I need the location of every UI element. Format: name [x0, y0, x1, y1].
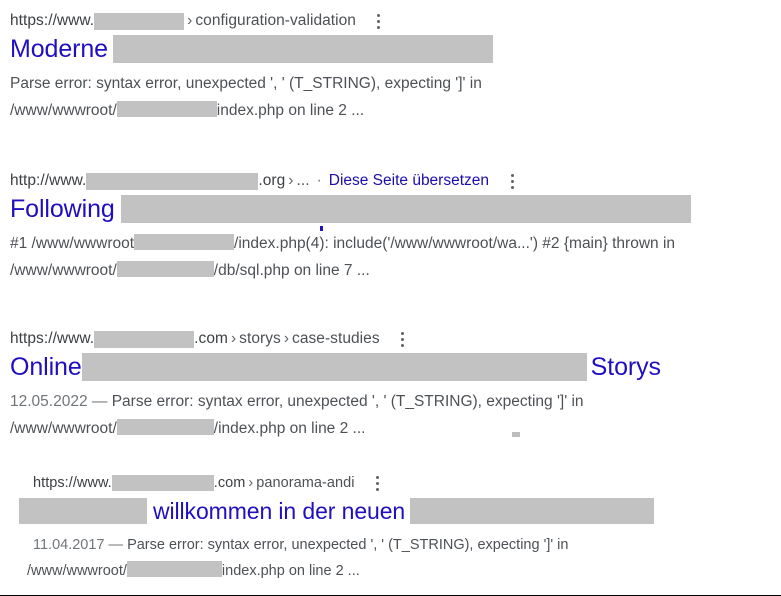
- title-redaction: [112, 35, 493, 63]
- snippet-redaction: [126, 561, 222, 577]
- result-title-lead: Online: [10, 353, 82, 381]
- url-scheme: https://www.: [10, 12, 95, 29]
- snippet-path-post: index.php on line 2 ...: [216, 102, 365, 119]
- search-result-4: https://www. .com › panorama-andi willko…: [19, 472, 781, 584]
- result-url-row[interactable]: https://www. › configuration-validation: [10, 10, 781, 32]
- result-title-lead: Following: [10, 195, 115, 223]
- title-descender-artifact: [320, 226, 323, 231]
- snippet-path-pre: /www/wwwroot/: [10, 420, 117, 437]
- url-path-1: storys: [239, 330, 281, 347]
- result-snippet-line-1: 12.05.2022 — Parse error: syntax error, …: [10, 388, 781, 415]
- kebab-menu-icon[interactable]: [503, 173, 521, 189]
- url-path: configuration-validation: [195, 12, 356, 29]
- result-snippet-line-2: /www/wwwroot/ /index.php on line 2 ...: [10, 415, 781, 442]
- result-title[interactable]: willkommen in der neuen: [19, 496, 781, 526]
- snippet-path-pre: /www/wwwroot/: [27, 563, 127, 579]
- snippet-redaction: [134, 234, 235, 250]
- snippet-redaction: [116, 261, 214, 277]
- snippet-text: Parse error: syntax error, unexpected ',…: [10, 75, 482, 92]
- url-tld: .org: [258, 172, 286, 189]
- search-result-3: https://www. .com › storys › case-studie…: [10, 328, 781, 442]
- snippet-path-post: index.php on line 2 ...: [221, 563, 360, 579]
- url-separator-2: ›: [283, 330, 290, 347]
- url-dot-separator: ·: [316, 172, 322, 189]
- stray-artifact: [512, 432, 520, 437]
- result-snippet-line-2: /www/wwwroot/index.php on line 2 ...: [27, 558, 781, 584]
- snippet-path-pre: /www/wwwroot/: [10, 102, 117, 119]
- snippet-date: 11.04.2017: [33, 537, 105, 553]
- result-title[interactable]: Following: [10, 194, 781, 224]
- url-tld: .com: [194, 330, 228, 347]
- result-title-middle: willkommen in der neuen: [153, 498, 406, 524]
- snippet-dash: —: [108, 537, 124, 553]
- url-domain-redaction: [94, 12, 185, 30]
- result-snippet-line-1: #1 /www/wwwroot/index.php(4): include('/…: [10, 230, 781, 257]
- result-title-lead: Moderne: [10, 35, 108, 63]
- title-redaction: [120, 195, 691, 223]
- snippet-text-pre: #1 /www/wwwroot: [10, 235, 135, 252]
- url-separator: ›: [288, 172, 294, 189]
- kebab-menu-icon[interactable]: [394, 331, 412, 347]
- result-url-row[interactable]: https://www. .com › storys › case-studie…: [10, 328, 781, 350]
- title-redaction-left: [19, 498, 147, 524]
- url-domain-redaction: [86, 172, 259, 190]
- result-snippet-line-1: 11.04.2017 — Parse error: syntax error, …: [33, 532, 781, 558]
- search-result-2: http://www. .org › ... · Diese Seite übe…: [10, 170, 781, 284]
- url-domain-redaction: [111, 475, 214, 491]
- snippet-text-post: /index.php(4): include('/www/wwwroot/wa.…: [234, 235, 676, 252]
- title-redaction-right: [410, 498, 655, 524]
- snippet-text: Parse error: syntax error, unexpected ',…: [127, 537, 569, 553]
- url-path: panorama-andi: [256, 475, 355, 491]
- kebab-menu-icon[interactable]: [368, 475, 386, 491]
- title-redaction: [81, 353, 587, 381]
- url-tld: .com: [213, 475, 246, 491]
- search-result-1: https://www. › configuration-validation …: [10, 10, 781, 124]
- url-path: ...: [296, 172, 310, 189]
- result-snippet-line-1: Parse error: syntax error, unexpected ',…: [10, 70, 781, 97]
- snippet-date: 12.05.2022: [10, 393, 88, 410]
- result-snippet-line-2: /www/wwwroot/index.php on line 2 ...: [10, 97, 781, 124]
- snippet-text: Parse error: syntax error, unexpected ',…: [111, 393, 584, 410]
- snippet-redaction: [116, 419, 214, 435]
- snippet-redaction: [116, 101, 217, 117]
- url-scheme: https://www.: [33, 475, 112, 491]
- url-separator: ›: [187, 12, 193, 29]
- result-title[interactable]: Online Storys: [10, 352, 781, 382]
- result-url-row[interactable]: https://www. .com › panorama-andi: [33, 472, 781, 494]
- result-title[interactable]: Moderne: [10, 34, 781, 64]
- url-separator: ›: [248, 475, 254, 491]
- snippet-path-post: /db/sql.php on line 7 ...: [213, 262, 370, 279]
- url-domain-redaction: [94, 330, 195, 348]
- url-scheme: http://www.: [10, 172, 87, 189]
- snippet-dash: —: [91, 393, 108, 410]
- translate-page-link[interactable]: Diese Seite übersetzen: [329, 172, 489, 190]
- search-results-page: https://www. › configuration-validation …: [0, 0, 781, 596]
- result-url-row[interactable]: http://www. .org › ... · Diese Seite übe…: [10, 170, 781, 192]
- url-path-2: case-studies: [292, 330, 380, 347]
- snippet-path-pre: /www/wwwroot/: [10, 262, 117, 279]
- url-separator: ›: [230, 330, 237, 347]
- kebab-menu-icon[interactable]: [370, 13, 388, 29]
- result-title-trail: Storys: [590, 353, 661, 381]
- snippet-path-post: /index.php on line 2 ...: [213, 420, 366, 437]
- result-snippet-line-2: /www/wwwroot/ /db/sql.php on line 7 ...: [10, 257, 781, 284]
- url-scheme: https://www.: [10, 330, 95, 347]
